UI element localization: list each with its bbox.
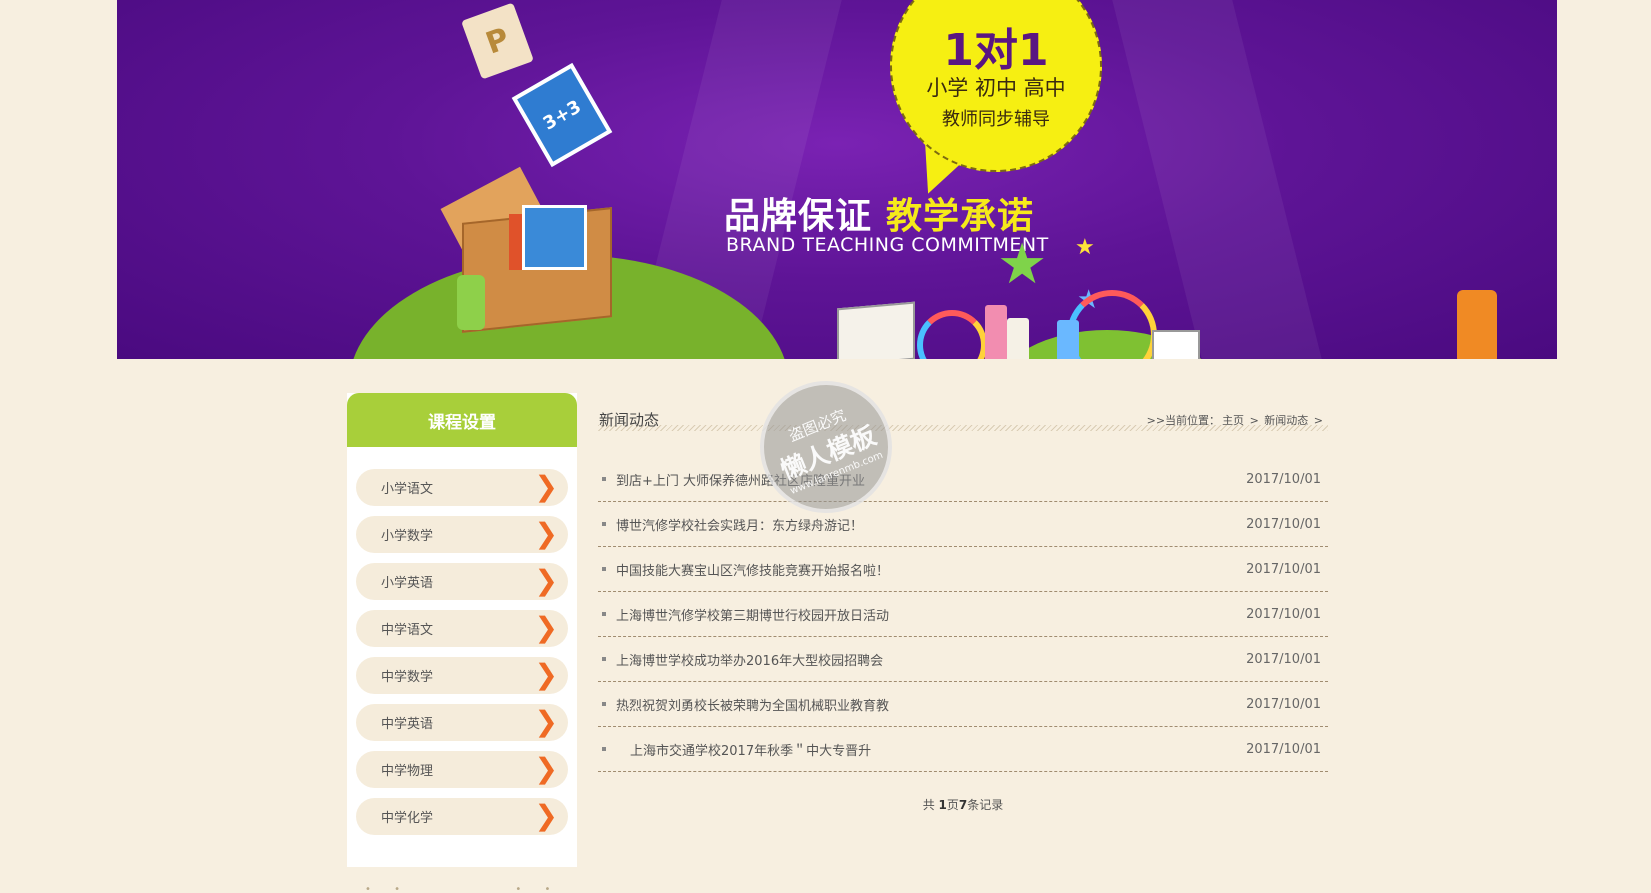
bullet-icon — [602, 612, 606, 616]
bullet-icon — [602, 477, 606, 481]
news-panel: 新闻动态 >>当前位置： 主页 > 新闻动态 > 到店+上门 大师保养德州路社区店… — [598, 393, 1328, 813]
news-item: 热烈祝贺刘勇校长被荣聘为全国机械职业教育教 2017/10/01 — [598, 682, 1328, 727]
sidebar-item-middle-chemistry[interactable]: 中学化学 ❯ — [356, 798, 568, 835]
news-item: 中国技能大赛宝山区汽修技能竞赛开始报名啦！ 2017/10/01 — [598, 547, 1328, 592]
decorative-dots: • • • • — [365, 884, 561, 893]
news-title-link[interactable]: 中国技能大赛宝山区汽修技能竞赛开始报名啦！ — [616, 560, 889, 579]
chevron-right-icon: ❯ — [534, 705, 558, 738]
rainbow-icon — [917, 310, 987, 359]
math-card-icon: 3+3 — [511, 62, 613, 168]
news-date: 2017/10/01 — [1246, 606, 1321, 622]
news-date: 2017/10/01 — [1246, 471, 1321, 487]
bullet-icon — [602, 657, 606, 661]
p-card-icon: P — [461, 2, 534, 80]
book-mascot-icon — [457, 275, 485, 330]
news-date: 2017/10/01 — [1246, 516, 1321, 532]
breadcrumb-current-link[interactable]: 新闻动态 — [1264, 414, 1308, 427]
news-date: 2017/10/01 — [1246, 696, 1321, 712]
chevron-right-icon: ❯ — [534, 517, 558, 550]
news-title-link[interactable]: 上海博世学校成功举办2016年大型校园招聘会 — [616, 650, 883, 669]
slogan-yellow: 教学承诺 — [886, 196, 1035, 237]
breadcrumb: >>当前位置： 主页 > 新闻动态 > — [1146, 412, 1324, 428]
blue-book-icon — [522, 205, 587, 270]
pagination-info: 共 1页7条记录 — [598, 796, 1328, 813]
sidebar-item-label: 中学物理 — [381, 764, 434, 779]
chevron-right-icon: ❯ — [534, 470, 558, 503]
sidebar-item-primary-chinese[interactable]: 小学语文 ❯ — [356, 469, 568, 506]
bullet-icon — [602, 747, 606, 751]
news-date: 2017/10/01 — [1246, 561, 1321, 577]
pager-records: 7 — [958, 798, 968, 812]
news-date: 2017/10/01 — [1246, 741, 1321, 757]
hero-banner: P 3+3 1对1 小学 初中 高中 教师同步辅导 品牌保证 教学承诺 BRAND… — [117, 0, 1557, 359]
breadcrumb-prefix: >>当前位置： — [1146, 414, 1221, 427]
sidebar-item-label: 小学数学 — [381, 529, 434, 544]
sidebar-item-label: 小学语文 — [381, 482, 434, 497]
chevron-right-icon: ❯ — [534, 799, 558, 832]
star-icon: ★ — [1075, 235, 1095, 260]
pager-pages: 1 — [938, 798, 947, 812]
house-icon — [1152, 330, 1200, 359]
news-date: 2017/10/01 — [1246, 651, 1321, 667]
bubble-levels: 小学 初中 高中 — [926, 76, 1066, 100]
news-title-link[interactable]: 热烈祝贺刘勇校长被荣聘为全国机械职业教育教 — [616, 695, 889, 714]
sidebar-item-middle-physics[interactable]: 中学物理 ❯ — [356, 751, 568, 788]
sidebar-item-middle-english[interactable]: 中学英语 ❯ — [356, 704, 568, 741]
breadcrumb-separator: > — [1249, 414, 1259, 427]
news-item: 上海博世汽修学校第三期博世行校园开放日活动 2017/10/01 — [598, 592, 1328, 637]
pager-prefix: 共 — [922, 798, 939, 812]
pencil-mascot-icon — [1457, 290, 1497, 359]
pager-suffix: 条记录 — [967, 798, 1004, 812]
sidebar-item-primary-math[interactable]: 小学数学 ❯ — [356, 516, 568, 553]
course-sidebar: 课程设置 小学语文 ❯ 小学数学 ❯ 小学英语 ❯ 中学语文 ❯ 中学数学 ❯ … — [347, 393, 577, 867]
breadcrumb-home-link[interactable]: 主页 — [1222, 414, 1244, 427]
bubble-subtitle: 教师同步辅导 — [942, 109, 1050, 130]
news-item: 到店+上门 大师保养德州路社区店隆重开业 2017/10/01 — [598, 457, 1328, 502]
news-title-link[interactable]: 上海博世汽修学校第三期博世行校园开放日活动 — [616, 605, 889, 624]
banner-slogan: 品牌保证 教学承诺 — [724, 187, 1034, 239]
sidebar-item-primary-english[interactable]: 小学英语 ❯ — [356, 563, 568, 600]
speech-bubble: 1对1 小学 初中 高中 教师同步辅导 — [890, 0, 1102, 172]
pager-mid: 页 — [946, 798, 959, 812]
pencil-icon — [1007, 318, 1029, 359]
breadcrumb-separator: > — [1313, 414, 1323, 427]
sidebar-item-label: 中学英语 — [381, 717, 434, 732]
pencil-icon — [1057, 320, 1079, 359]
bullet-icon — [602, 702, 606, 706]
bullet-icon — [602, 522, 606, 526]
chevron-right-icon: ❯ — [534, 611, 558, 644]
sidebar-item-label: 中学语文 — [381, 623, 434, 638]
sidebar-title: 课程设置 — [347, 393, 577, 447]
news-title-link[interactable]: 上海市交通学校2017年秋季＂中大专晋升 — [630, 740, 871, 759]
news-item: 博世汽修学校社会实践月：东方绿舟游记！ 2017/10/01 — [598, 502, 1328, 547]
chevron-right-icon: ❯ — [534, 752, 558, 785]
bullet-icon — [602, 567, 606, 571]
news-item: 上海博世学校成功举办2016年大型校园招聘会 2017/10/01 — [598, 637, 1328, 682]
news-header: 新闻动态 >>当前位置： 主页 > 新闻动态 > — [598, 393, 1328, 437]
chevron-right-icon: ❯ — [534, 564, 558, 597]
sidebar-item-middle-chinese[interactable]: 中学语文 ❯ — [356, 610, 568, 647]
page-title: 新闻动态 — [599, 411, 660, 429]
bubble-title: 1对1 — [943, 25, 1049, 76]
pencil-icon — [985, 305, 1007, 359]
sidebar-item-label: 中学数学 — [381, 670, 434, 685]
star-icon: ★ — [997, 232, 1048, 297]
news-title-link[interactable]: 博世汽修学校社会实践月：东方绿舟游记！ — [616, 515, 863, 534]
news-list: 到店+上门 大师保养德州路社区店隆重开业 2017/10/01 博世汽修学校社会… — [598, 457, 1328, 772]
slogan-white: 品牌保证 — [724, 196, 873, 237]
sidebar-item-label: 中学化学 — [381, 811, 434, 826]
course-list: 小学语文 ❯ 小学数学 ❯ 小学英语 ❯ 中学语文 ❯ 中学数学 ❯ 中学英语 … — [347, 447, 577, 835]
sidebar-item-label: 小学英语 — [381, 576, 434, 591]
chevron-right-icon: ❯ — [534, 658, 558, 691]
sidebar-item-middle-math[interactable]: 中学数学 ❯ — [356, 657, 568, 694]
news-item: 上海市交通学校2017年秋季＂中大专晋升 2017/10/01 — [598, 727, 1328, 772]
open-book-icon — [837, 301, 915, 359]
